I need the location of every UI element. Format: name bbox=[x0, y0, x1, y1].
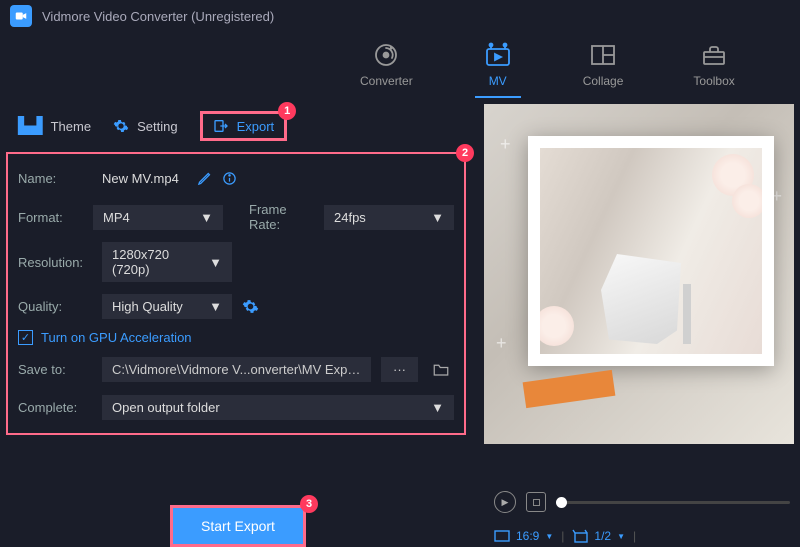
subtab-setting[interactable]: Setting bbox=[113, 118, 177, 134]
tab-toolbox[interactable]: Toolbox bbox=[693, 42, 734, 96]
tab-converter[interactable]: Converter bbox=[360, 42, 413, 96]
shoe-image bbox=[591, 214, 711, 344]
plus-marker-icon: + bbox=[500, 134, 511, 155]
gpu-checkbox[interactable]: ✓ bbox=[18, 330, 33, 345]
subtab-theme[interactable]: ▙▟ Theme bbox=[18, 116, 91, 136]
quality-dropdown[interactable]: High Quality ▼ bbox=[102, 294, 232, 319]
app-title: Vidmore Video Converter (Unregistered) bbox=[42, 9, 274, 24]
frame-rate-label: Frame Rate: bbox=[233, 202, 314, 232]
frame-rate-dropdown[interactable]: 24fps ▼ bbox=[324, 205, 454, 230]
complete-label: Complete: bbox=[14, 400, 92, 415]
export-form: 2 Name: New MV.mp4 Format: MP4 ▼ Frame R… bbox=[6, 152, 466, 435]
photo-frame bbox=[528, 136, 774, 366]
player-controls: ▶ bbox=[484, 491, 800, 513]
save-to-label: Save to: bbox=[14, 362, 92, 377]
chevron-down-icon: ▼ bbox=[431, 210, 444, 225]
annotation-2: 2 bbox=[456, 144, 474, 162]
quality-label: Quality: bbox=[14, 299, 92, 314]
resolution-label: Resolution: bbox=[14, 255, 92, 270]
format-label: Format: bbox=[14, 210, 83, 225]
mv-icon bbox=[483, 42, 513, 68]
theme-icon: ▙▟ bbox=[18, 116, 43, 136]
subtab-export[interactable]: Export 1 bbox=[200, 111, 288, 141]
chevron-down-icon: ▼ bbox=[431, 400, 444, 415]
save-path-input[interactable]: C:\Vidmore\Vidmore V...onverter\MV Expor… bbox=[102, 357, 371, 382]
app-logo-icon bbox=[10, 5, 32, 27]
edit-icon[interactable] bbox=[197, 171, 212, 186]
aspect-ratio-selector[interactable]: 16:9 ▼ bbox=[494, 529, 553, 543]
collage-icon bbox=[588, 42, 618, 68]
chevron-down-icon: ▼ bbox=[200, 210, 213, 225]
tab-collage[interactable]: Collage bbox=[583, 42, 624, 96]
main-tabs: Converter MV Collage Toolbox bbox=[0, 32, 800, 104]
chevron-down-icon: ▼ bbox=[209, 299, 222, 314]
chevron-down-icon: ▼ bbox=[209, 255, 222, 270]
zoom-selector[interactable]: 1/2 ▼ bbox=[572, 529, 625, 543]
browse-button[interactable]: ··· bbox=[381, 357, 418, 382]
title-bar: Vidmore Video Converter (Unregistered) bbox=[0, 0, 800, 32]
chevron-down-icon: ▼ bbox=[545, 532, 553, 541]
sub-tabs: ▙▟ Theme Setting Export 1 bbox=[0, 104, 476, 148]
tab-mv[interactable]: MV bbox=[483, 42, 513, 96]
annotation-1: 1 bbox=[278, 102, 296, 120]
start-export-button[interactable]: Start Export bbox=[170, 505, 306, 547]
video-preview: + + + bbox=[484, 104, 794, 444]
export-icon bbox=[213, 118, 229, 134]
gpu-label: Turn on GPU Acceleration bbox=[41, 330, 192, 345]
plus-marker-icon: + bbox=[496, 333, 507, 354]
annotation-3: 3 bbox=[300, 495, 318, 513]
toolbox-icon bbox=[699, 42, 729, 68]
preview-options-bar: 16:9 ▼ | 1/2 ▼ | bbox=[484, 529, 800, 543]
chevron-down-icon: ▼ bbox=[617, 532, 625, 541]
name-value: New MV.mp4 bbox=[102, 171, 179, 186]
accent-strip bbox=[523, 370, 616, 408]
quality-settings-icon[interactable] bbox=[242, 298, 259, 315]
open-folder-icon[interactable] bbox=[428, 357, 454, 381]
format-dropdown[interactable]: MP4 ▼ bbox=[93, 205, 223, 230]
resolution-dropdown[interactable]: 1280x720 (720p) ▼ bbox=[102, 242, 232, 282]
play-button[interactable]: ▶ bbox=[494, 491, 516, 513]
name-label: Name: bbox=[14, 171, 92, 186]
stop-button[interactable] bbox=[526, 492, 546, 512]
complete-dropdown[interactable]: Open output folder ▼ bbox=[102, 395, 454, 420]
gear-icon bbox=[113, 118, 129, 134]
info-icon[interactable] bbox=[222, 171, 237, 186]
converter-icon bbox=[371, 42, 401, 68]
